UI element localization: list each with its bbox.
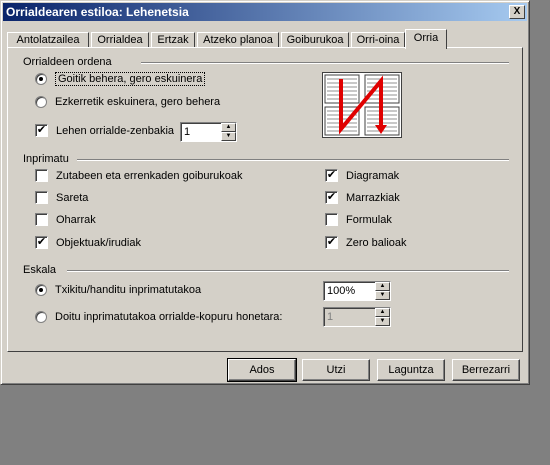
checkbox-headers[interactable]: Zutabeen eta errenkaden goiburukoak: [35, 169, 243, 182]
checkbox-zero-values[interactable]: ✔ Zero balioak: [325, 236, 407, 249]
scale-percent-stepper[interactable]: 100% ▲ ▼: [323, 281, 391, 301]
checkbox-objects[interactable]: ✔ Objektuak/irudiak: [35, 236, 141, 249]
checkbox-grid[interactable]: Sareta: [35, 191, 88, 204]
radio-left-right[interactable]: Ezkerretik eskuinera, gero behera: [35, 96, 220, 108]
first-page-number-stepper[interactable]: 1 ▲ ▼: [180, 122, 237, 142]
checkbox-indicator: ✔: [325, 236, 338, 249]
checkbox-indicator: [35, 169, 48, 182]
radio-indicator: [35, 311, 47, 323]
scale-title: Eskala: [23, 264, 57, 276]
divider: [67, 270, 509, 272]
radio-label: Doitu inprimatutakoa orrialde-kopuru hon…: [55, 311, 283, 323]
spin-down-icon[interactable]: ▼: [375, 317, 390, 326]
tab-footer[interactable]: Orri-oina: [351, 32, 405, 48]
tab-sheet[interactable]: Orria: [405, 29, 447, 49]
window-title: Orrialdearen estiloa: Lehenetsia: [6, 5, 189, 19]
stepper-buttons: ▲ ▼: [375, 282, 390, 300]
print-title: Inprimatu: [23, 153, 69, 165]
checkbox-label: Diagramak: [346, 169, 400, 182]
radio-label: Ezkerretik eskuinera, gero behera: [55, 96, 221, 108]
radio-label: Txikitu/handitu inprimatutakoa: [55, 284, 202, 296]
checkbox-indicator: ✔: [325, 191, 338, 204]
checkbox-label: Zutabeen eta errenkaden goiburukoak: [56, 169, 243, 182]
checkbox-formulas[interactable]: Formulak: [325, 213, 392, 226]
page-order-preview-icon: [324, 74, 400, 136]
checkbox-label: Oharrak: [56, 213, 96, 226]
radio-label: Goitik behera, gero eskuinera: [55, 72, 206, 86]
tab-header[interactable]: Goiburukoa: [281, 32, 349, 48]
spin-up-icon[interactable]: ▲: [375, 308, 390, 317]
checkbox-indicator: ✔: [35, 236, 48, 249]
title-bar: Orrialdearen estiloa: Lehenetsia X: [3, 3, 527, 21]
checkbox-label: Objektuak/irudiak: [56, 236, 141, 249]
stepper-value: 1: [327, 311, 334, 323]
page-order-title: Orrialdeen ordena: [23, 56, 112, 68]
page-order-preview: [322, 72, 402, 138]
divider: [141, 62, 509, 64]
tab-borders[interactable]: Ertzak: [151, 32, 195, 48]
spin-up-icon[interactable]: ▲: [221, 123, 236, 132]
radio-fit-pages[interactable]: Doitu inprimatutakoa orrialde-kopuru hon…: [35, 311, 282, 323]
checkbox-indicator: [325, 213, 338, 226]
stepper-buttons: ▲ ▼: [221, 123, 236, 141]
checkbox-label: Sareta: [56, 191, 89, 204]
cancel-button[interactable]: Utzi: [302, 359, 370, 381]
stepper-value: 100%: [327, 285, 356, 297]
page-style-dialog: Orrialdearen estiloa: Lehenetsia X Antol…: [0, 0, 530, 385]
fit-pages-stepper[interactable]: 1 ▲ ▼: [323, 307, 391, 327]
ok-button[interactable]: Ados: [227, 358, 297, 382]
checkbox-label: Lehen orrialde-zenbakia: [56, 124, 175, 137]
tab-page[interactable]: Orrialdea: [91, 32, 149, 48]
radio-indicator: [35, 73, 47, 85]
checkbox-first-page[interactable]: ✔ Lehen orrialde-zenbakia: [35, 124, 174, 137]
checkbox-indicator: ✔: [325, 169, 338, 182]
checkbox-notes[interactable]: Oharrak: [35, 213, 96, 226]
checkbox-indicator: [35, 213, 48, 226]
close-button[interactable]: X: [509, 5, 525, 19]
spin-down-icon[interactable]: ▼: [221, 132, 236, 141]
reset-button[interactable]: Berrezarri: [452, 359, 520, 381]
checkbox-label: Zero balioak: [346, 236, 407, 249]
spin-up-icon[interactable]: ▲: [375, 282, 390, 291]
checkbox-label: Marrazkiak: [346, 191, 400, 204]
checkbox-drawings[interactable]: ✔ Marrazkiak: [325, 191, 400, 204]
radio-reduce-enlarge[interactable]: Txikitu/handitu inprimatutakoa: [35, 284, 201, 296]
checkbox-label: Formulak: [346, 213, 392, 226]
spin-down-icon[interactable]: ▼: [375, 291, 390, 300]
checkbox-charts[interactable]: ✔ Diagramak: [325, 169, 399, 182]
help-button[interactable]: Laguntza: [377, 359, 445, 381]
radio-indicator: [35, 284, 47, 296]
checkbox-indicator: ✔: [35, 124, 48, 137]
divider: [77, 159, 509, 161]
stepper-value: 1: [184, 126, 191, 138]
tab-background[interactable]: Atzeko planoa: [197, 32, 279, 48]
stepper-buttons: ▲ ▼: [375, 308, 390, 326]
tab-organizer[interactable]: Antolatzailea: [7, 32, 89, 48]
checkbox-indicator: [35, 191, 48, 204]
radio-indicator: [35, 96, 47, 108]
radio-top-bottom[interactable]: Goitik behera, gero eskuinera: [35, 72, 206, 86]
